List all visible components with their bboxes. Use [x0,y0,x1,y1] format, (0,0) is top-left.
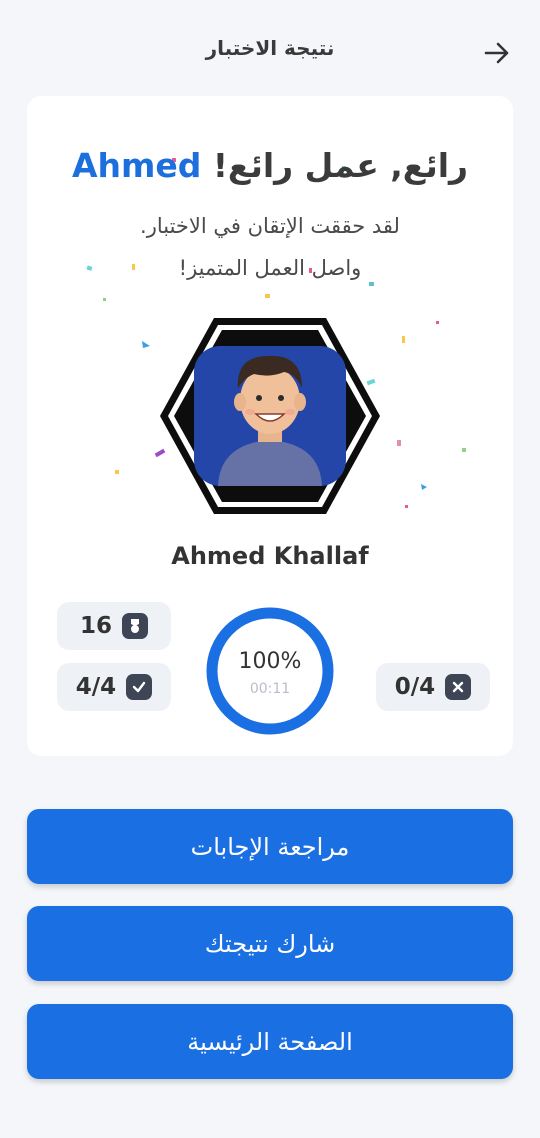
arrow-right-icon[interactable] [482,38,512,68]
avatar [160,318,380,514]
headline-name: Ahmed [71,146,202,185]
user-name: Ahmed Khallaf [171,542,369,570]
score-percent: 100% [238,649,302,674]
subtitle-line-1: لقد حققت الإتقان في الاختبار. [140,214,400,238]
share-result-button[interactable]: شارك نتيجتك [27,906,513,981]
elapsed-time: 00:11 [249,681,291,697]
close-icon [445,674,472,700]
points-value: 16 [79,613,112,639]
subtitle-line-2: واصل العمل المتميز! [178,256,362,280]
correct-value: 4/4 [75,674,117,700]
headline: رائع, عمل رائع! Ahmed [27,146,513,185]
checkmark-icon [126,674,153,700]
correct-answers-badge: 4/4 [57,663,171,711]
wrong-answers-badge: 0/4 [376,663,490,711]
result-card: رائع, عمل رائع! Ahmed لقد حققت الإتقان ف… [27,96,513,756]
headline-prefix: رائع, عمل رائع! [212,146,469,185]
medal-icon [122,613,148,639]
top-bar: نتيجة الاختبار [0,0,540,100]
wrong-value: 0/4 [394,674,436,700]
review-answers-button[interactable]: مراجعة الإجابات [27,809,513,884]
home-button[interactable]: الصفحة الرئيسية [27,1004,513,1079]
points-badge: 16 [57,602,171,650]
page-title: نتيجة الاختبار [205,36,335,60]
